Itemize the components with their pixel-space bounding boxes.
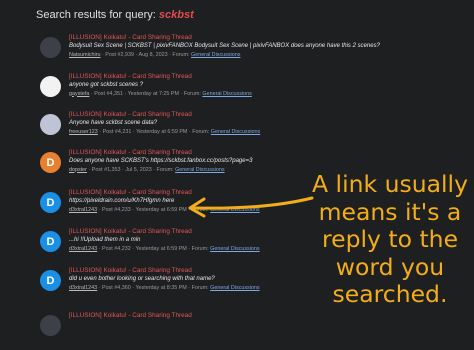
result-snippet: Bodysuit Sex Scene | SCKBST | pixivFANBO…	[69, 43, 380, 49]
avatar[interactable]	[40, 315, 61, 336]
result-snippet: https://pixeldrain.com/u/Kh7Hfgmn here	[69, 198, 175, 204]
search-query: sckbst	[158, 9, 194, 21]
username-link[interactable]: Natsumichiru	[69, 52, 100, 58]
result-snippet: Does anyone have SCKBST's https://sckbst…	[69, 158, 253, 164]
username-link[interactable]: d3xtral1243	[69, 207, 97, 213]
result-meta: d3xtral1243 · Post #4,232 · Yesterday at…	[69, 245, 260, 252]
result-item[interactable]: [ILLUSION] Koikatu! - Card Sharing Threa…	[40, 73, 340, 111]
post-date: Yesterday at 7:25 PM	[127, 90, 180, 97]
post-date: Yesterday at 6:59 PM	[135, 245, 187, 252]
forum-link[interactable]: General Discussions	[210, 246, 259, 252]
forum-label: Forum:	[183, 90, 201, 97]
forum-link[interactable]: General Discussions	[175, 167, 224, 173]
post-number: Post #2,939	[105, 51, 135, 58]
result-item[interactable]: D [ILLUSION] Koikatu! - Card Sharing Thre…	[40, 228, 340, 266]
forum-label: Forum:	[192, 128, 210, 135]
post-number: Post #4,231	[102, 128, 132, 135]
result-title-link[interactable]: [ILLUSION] Koikatu! - Card Sharing Threa…	[69, 312, 192, 319]
search-results-heading: Search results for query: sckbst	[36, 9, 194, 21]
avatar[interactable]	[40, 76, 61, 97]
post-number: Post #4,351	[94, 90, 123, 97]
result-item[interactable]: D [ILLUSION] Koikatu! - Card Sharing Thre…	[40, 267, 340, 305]
forum-link[interactable]: General Discussions	[211, 129, 260, 135]
result-item[interactable]: [ILLUSION] Koikatu! - Card Sharing Threa…	[40, 34, 380, 72]
avatar[interactable]	[40, 114, 61, 135]
post-number: Post #4,360	[101, 284, 131, 291]
post-date: Yesterday at 6:59 PM	[136, 128, 188, 135]
result-title-link[interactable]: [ILLUSION] Koikatu! - Card Sharing Threa…	[69, 149, 192, 156]
post-date: Jul 5, 2023	[125, 166, 152, 173]
result-meta: gaystefa · Post #4,351 · Yesterday at 7:…	[69, 90, 252, 97]
annotation-line: means it's a	[318, 197, 462, 226]
result-meta: Natsumichiru · Post #2,939 · Aug 8, 2023…	[69, 51, 241, 58]
result-meta: freeuser123 · Post #4,231 · Yesterday at…	[69, 128, 261, 135]
result-title-link[interactable]: [ILLUSION] Koikatu! - Card Sharing Threa…	[69, 111, 192, 118]
annotation-line: word you	[335, 252, 445, 281]
result-snippet: ...hi !!Upload them in a min	[69, 237, 141, 243]
username-link[interactable]: d3xtral1243	[69, 246, 97, 252]
annotation-line: A link usually	[312, 170, 468, 198]
result-item[interactable]: [ILLUSION] Koikatu! - Card Sharing Threa…	[40, 312, 340, 350]
result-title-link[interactable]: [ILLUSION] Koikatu! - Card Sharing Threa…	[69, 228, 192, 235]
result-snippet: anyone got sckbst scenes ?	[69, 82, 144, 88]
avatar[interactable]: D	[40, 192, 61, 213]
post-number: Post #4,232	[101, 245, 131, 252]
post-date: Aug 8, 2023	[138, 51, 168, 58]
post-number: Post #1,353	[91, 166, 121, 173]
avatar[interactable]: D	[40, 270, 61, 291]
annotation-line: searched.	[332, 280, 448, 309]
result-title-link[interactable]: [ILLUSION] Koikatu! - Card Sharing Threa…	[69, 73, 192, 80]
avatar[interactable]: D	[40, 231, 61, 252]
post-date: Yesterday at 8:35 PM	[135, 284, 187, 291]
result-snippet: did u even bother looking or searching w…	[69, 276, 215, 282]
annotation-text: A link usually means it's a reply to the wo…	[308, 170, 472, 309]
forum-link[interactable]: General Discussions	[191, 52, 240, 58]
annotation-line: reply to the	[321, 225, 459, 254]
forum-label: Forum:	[191, 245, 209, 252]
forum-label: Forum:	[156, 166, 174, 173]
arrow-icon	[188, 196, 314, 218]
avatar[interactable]: D	[40, 152, 61, 173]
username-link[interactable]: d3xtral1243	[69, 285, 97, 291]
result-meta: d3xtral1243 · Post #4,360 · Yesterday at…	[69, 284, 260, 291]
username-link[interactable]: freeuser123	[69, 129, 98, 135]
result-title-link[interactable]: [ILLUSION] Koikatu! - Card Sharing Threa…	[69, 34, 192, 41]
result-title-link[interactable]: [ILLUSION] Koikatu! - Card Sharing Threa…	[69, 267, 192, 274]
result-meta: dopster · Post #1,353 · Jul 5, 2023 · Fo…	[69, 166, 225, 173]
result-title-link[interactable]: [ILLUSION] Koikatu! - Card Sharing Threa…	[69, 189, 192, 196]
forum-label: Forum:	[191, 284, 209, 291]
username-link[interactable]: gaystefa	[69, 91, 89, 97]
post-number: Post #4,233	[101, 206, 131, 213]
forum-label: Forum:	[172, 51, 190, 58]
result-snippet: Anyone have sckbst scene data?	[69, 120, 158, 126]
heading-label: Search results for query:	[36, 9, 156, 21]
avatar[interactable]	[40, 37, 61, 58]
forum-link[interactable]: General Discussions	[210, 285, 259, 291]
forum-link[interactable]: General Discussions	[202, 91, 251, 97]
result-item[interactable]: [ILLUSION] Koikatu! - Card Sharing Threa…	[40, 111, 340, 149]
username-link[interactable]: dopster	[69, 167, 87, 173]
result-item[interactable]: D [ILLUSION] Koikatu! - Card Sharing Thre…	[40, 149, 340, 187]
